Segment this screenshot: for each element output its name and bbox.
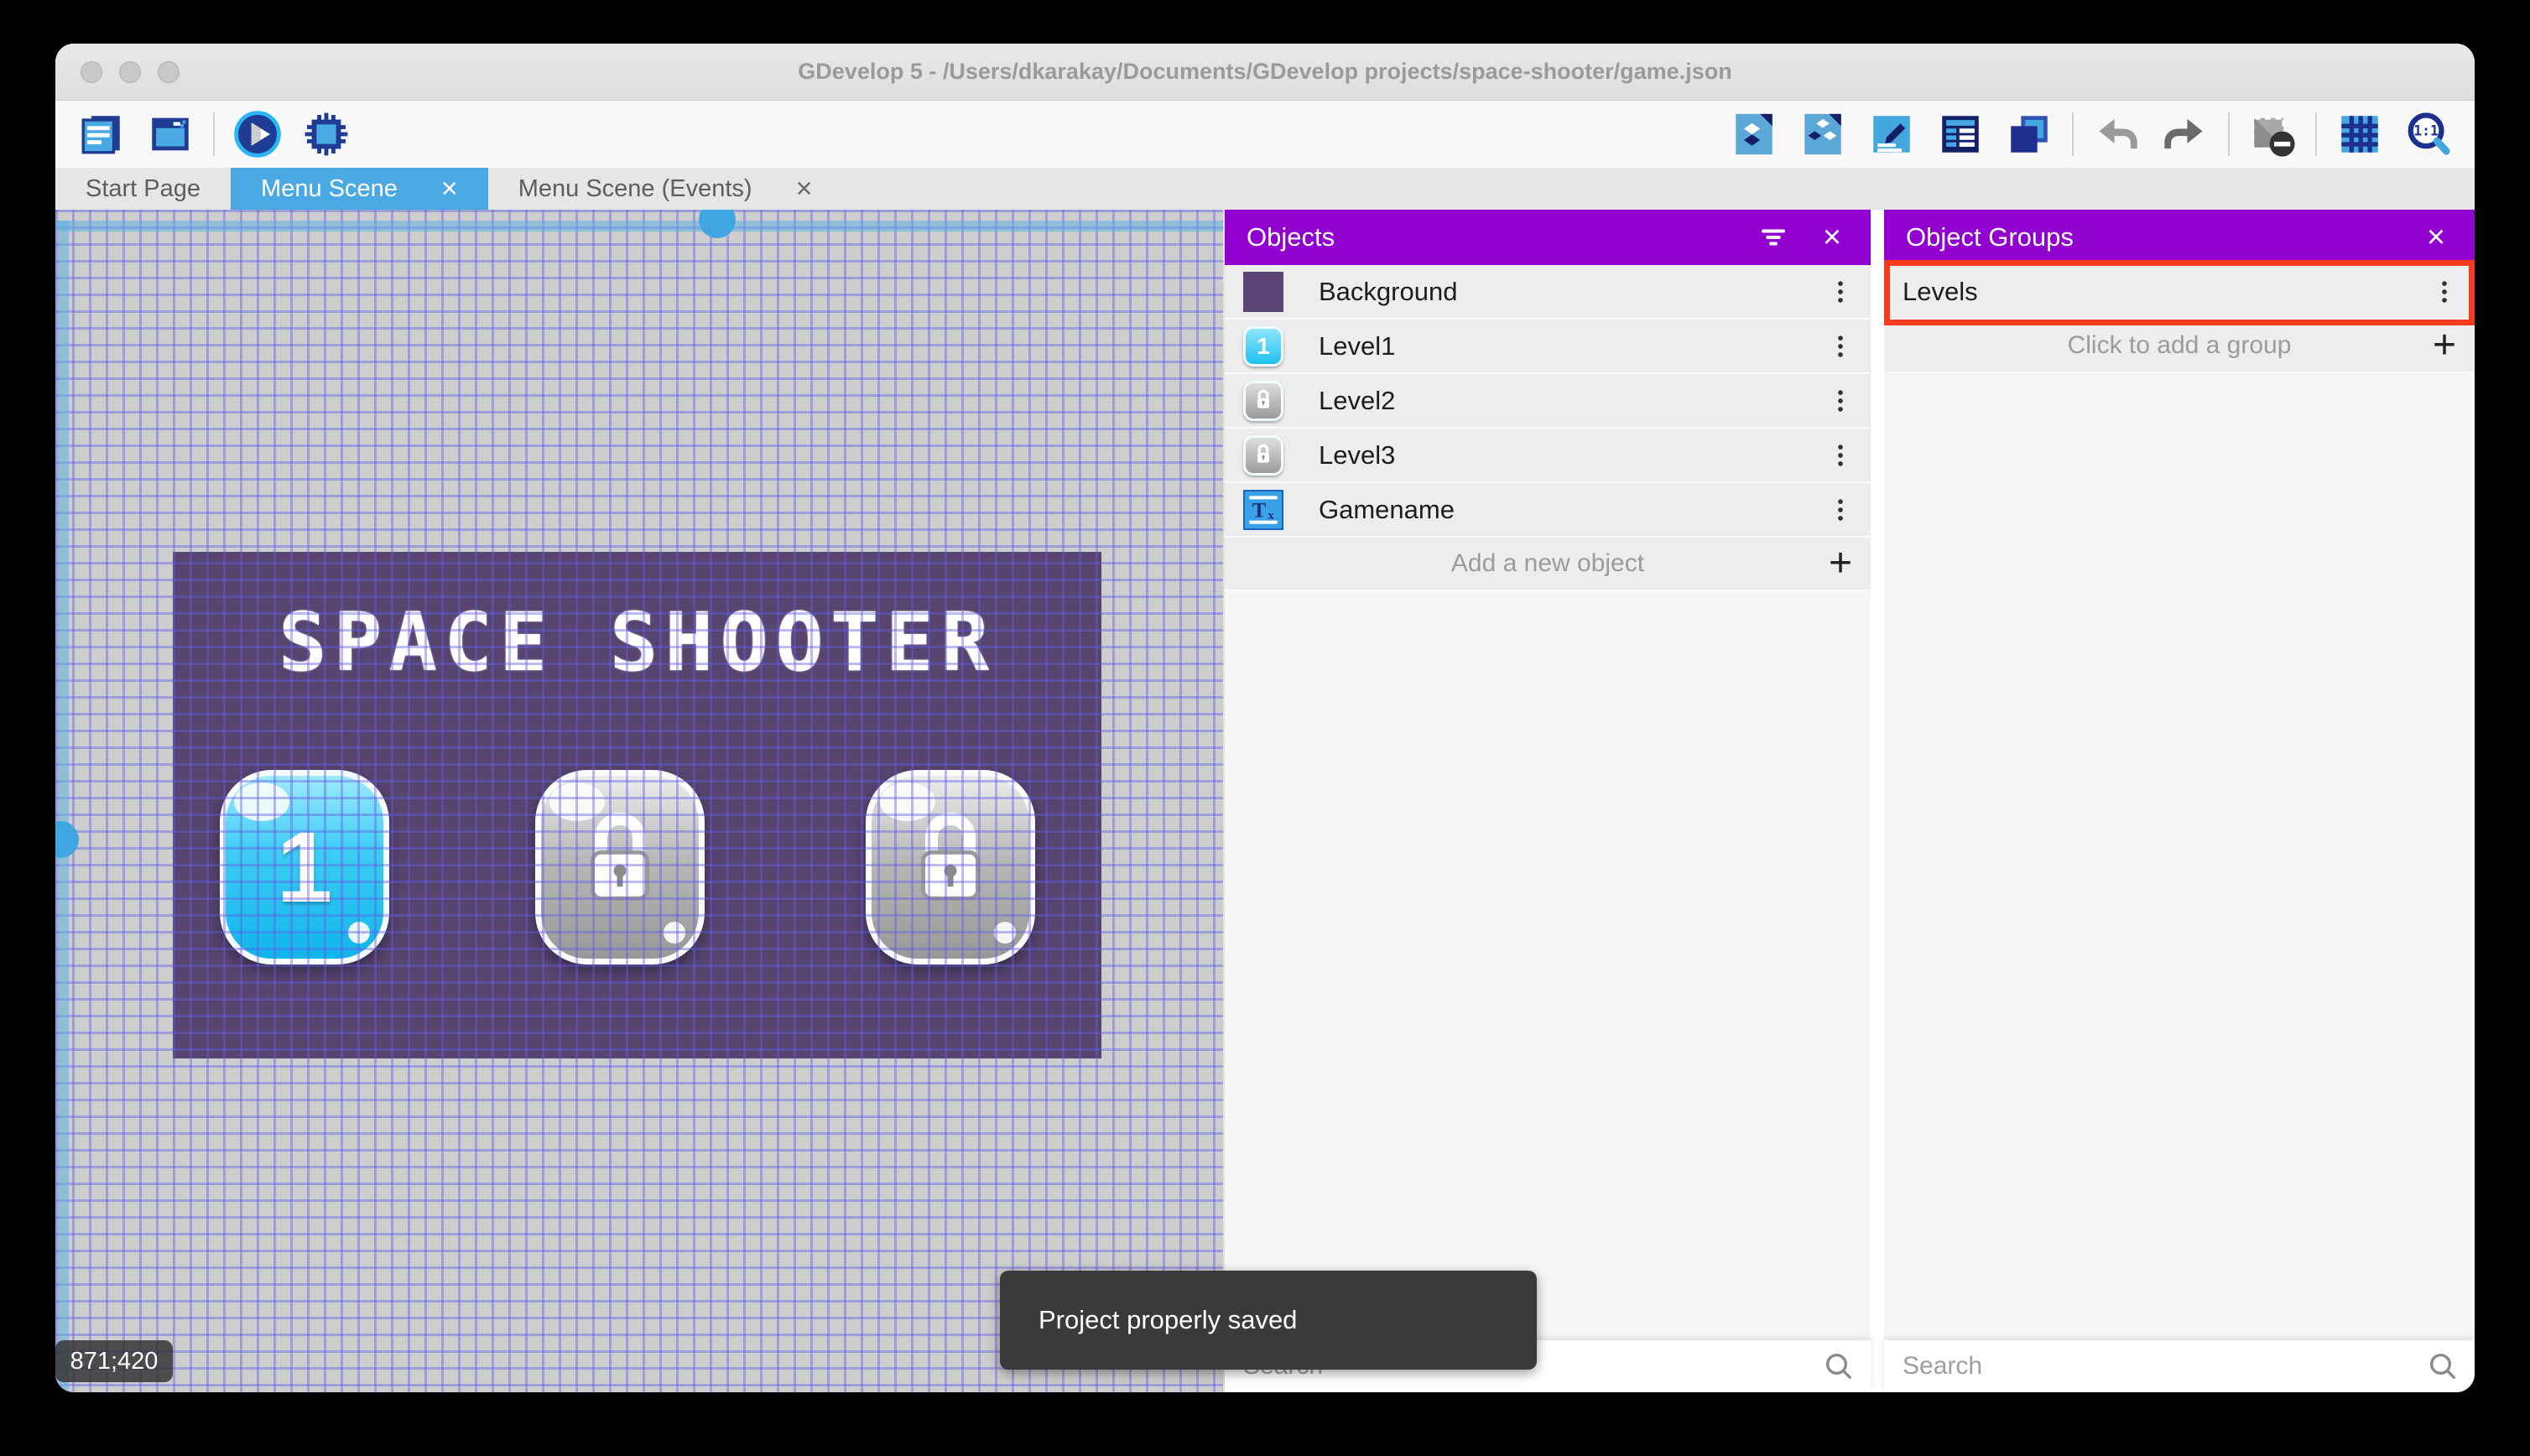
- object-groups-panel: Object Groups × Levels Click to add a gr…: [1884, 210, 2475, 1392]
- minimize-window-button[interactable]: [119, 61, 141, 83]
- group-name: Levels: [1903, 277, 2428, 307]
- button-dot: [664, 922, 685, 944]
- object-name: Level3: [1319, 440, 1824, 471]
- object-groups-panel-header: Object Groups ×: [1884, 210, 2475, 265]
- properties-icon[interactable]: [1867, 110, 1916, 159]
- tab-menu-scene[interactable]: Menu Scene ×: [231, 168, 488, 210]
- selection-edge-top: [55, 221, 1223, 231]
- button-dot: [994, 922, 1016, 944]
- grid-icon[interactable]: [2335, 110, 2384, 159]
- level3-locked-button-instance[interactable]: [866, 770, 1035, 965]
- search-icon: [1822, 1349, 1856, 1383]
- add-new-object-label: Add a new object: [1451, 549, 1644, 578]
- close-panel-icon[interactable]: ×: [1815, 221, 1849, 254]
- level2-locked-button-instance[interactable]: [535, 770, 705, 965]
- window-title: GDevelop 5 - /Users/dkarakay/Documents/G…: [798, 59, 1731, 85]
- close-window-button[interactable]: [81, 61, 102, 83]
- tab-label: Menu Scene: [261, 175, 398, 203]
- object-groups-panel-title: Object Groups: [1906, 222, 2074, 252]
- tab-menu-scene-events[interactable]: Menu Scene (Events) ×: [488, 168, 843, 210]
- tab-bar: Start Page Menu Scene × Menu Scene (Even…: [55, 168, 2475, 210]
- object-icon[interactable]: [1730, 110, 1778, 159]
- close-tab-icon[interactable]: ×: [796, 174, 813, 203]
- svg-text:T: T: [1252, 499, 1267, 522]
- objects-panel-header: Objects ×: [1225, 210, 1871, 265]
- debug-icon[interactable]: [302, 110, 351, 159]
- locked-thumbnail-icon: [1243, 435, 1283, 476]
- groups-search-bar: [1884, 1340, 2475, 1392]
- object-row-gamename[interactable]: Tx Gamename: [1225, 483, 1871, 538]
- plus-icon: +: [1829, 543, 1852, 584]
- save-toast: Project properly saved: [1000, 1271, 1537, 1370]
- background-instance[interactable]: SPACE SHOOTER 1: [173, 552, 1101, 1058]
- svg-text:1:1: 1:1: [2413, 122, 2439, 138]
- background-thumbnail-icon: [1243, 272, 1283, 312]
- redo-icon[interactable]: [2161, 110, 2210, 159]
- svg-text:x: x: [1268, 508, 1274, 522]
- level1-button-instance[interactable]: 1: [220, 770, 389, 965]
- object-row-level3[interactable]: Level3: [1225, 429, 1871, 483]
- objects-panel-title: Objects: [1247, 222, 1335, 252]
- toolbar-separator: [2228, 112, 2230, 156]
- close-tab-icon[interactable]: ×: [441, 174, 458, 203]
- objects-panel: Objects × Background 1 Level1: [1223, 210, 1871, 1392]
- group-menu-kebab-icon[interactable]: [2428, 272, 2461, 312]
- toolbar-separator: [2315, 112, 2317, 156]
- object-name: Level1: [1319, 331, 1824, 361]
- project-manager-icon[interactable]: [77, 110, 126, 159]
- zoom-window-button[interactable]: [158, 61, 180, 83]
- search-icon: [2426, 1349, 2460, 1383]
- toolbar: 1:1: [55, 101, 2475, 168]
- object-menu-kebab-icon[interactable]: [1824, 381, 1857, 421]
- filter-icon[interactable]: [1757, 221, 1790, 254]
- layers-icon[interactable]: [2005, 110, 2054, 159]
- plus-icon: +: [2433, 325, 2456, 366]
- object-groups-icon[interactable]: [1799, 110, 1847, 159]
- mask-instance-icon[interactable]: [2248, 110, 2297, 159]
- toolbar-separator: [2072, 112, 2074, 156]
- groups-search-input[interactable]: [1884, 1352, 2426, 1381]
- group-row-levels[interactable]: Levels: [1884, 265, 2475, 320]
- traffic-lights: [81, 61, 180, 83]
- scene-editor-canvas[interactable]: SPACE SHOOTER 1: [55, 210, 1223, 1392]
- titlebar: GDevelop 5 - /Users/dkarakay/Documents/G…: [55, 44, 2475, 101]
- locked-thumbnail-icon: [1243, 381, 1283, 421]
- add-group-label: Click to add a group: [2068, 331, 2292, 360]
- scene-title-text[interactable]: SPACE SHOOTER: [173, 595, 1101, 689]
- add-new-object-button[interactable]: Add a new object +: [1225, 538, 1871, 591]
- object-row-level1[interactable]: 1 Level1: [1225, 320, 1871, 374]
- tab-label: Start Page: [86, 175, 200, 203]
- object-row-background[interactable]: Background: [1225, 265, 1871, 320]
- close-panel-icon[interactable]: ×: [2419, 221, 2453, 254]
- zoom-1-1-icon[interactable]: 1:1: [2404, 110, 2453, 159]
- selection-handle-top[interactable]: [699, 210, 736, 238]
- tab-label: Menu Scene (Events): [518, 175, 752, 203]
- undo-icon[interactable]: [2092, 110, 2141, 159]
- selection-edge-left: [58, 221, 69, 1392]
- object-menu-kebab-icon[interactable]: [1824, 272, 1857, 312]
- toast-message: Project properly saved: [1039, 1305, 1297, 1335]
- panel-divider: [1871, 210, 1884, 1392]
- text-object-thumbnail-icon: Tx: [1243, 490, 1283, 530]
- cursor-coordinates-chip: 871;420: [55, 1340, 173, 1382]
- object-menu-kebab-icon[interactable]: [1824, 490, 1857, 530]
- selection-handle-left[interactable]: [55, 821, 79, 858]
- tab-start-page[interactable]: Start Page: [55, 168, 231, 210]
- lock-icon: [900, 806, 1001, 923]
- level1-number: 1: [226, 776, 383, 959]
- object-menu-kebab-icon[interactable]: [1824, 326, 1857, 367]
- object-name: Background: [1319, 277, 1824, 307]
- toolbar-separator: [213, 112, 215, 156]
- object-name: Level2: [1319, 386, 1824, 416]
- level1-thumbnail-icon: 1: [1243, 326, 1283, 367]
- instances-list-icon[interactable]: [1936, 110, 1985, 159]
- object-name: Gamename: [1319, 495, 1824, 525]
- add-group-button[interactable]: Click to add a group +: [1884, 320, 2475, 373]
- object-row-level2[interactable]: Level2: [1225, 374, 1871, 429]
- lock-icon: [570, 806, 670, 923]
- gdevelop-window: GDevelop 5 - /Users/dkarakay/Documents/G…: [55, 44, 2475, 1392]
- play-icon[interactable]: [233, 110, 282, 159]
- scene-window-icon[interactable]: [146, 110, 195, 159]
- object-menu-kebab-icon[interactable]: [1824, 435, 1857, 476]
